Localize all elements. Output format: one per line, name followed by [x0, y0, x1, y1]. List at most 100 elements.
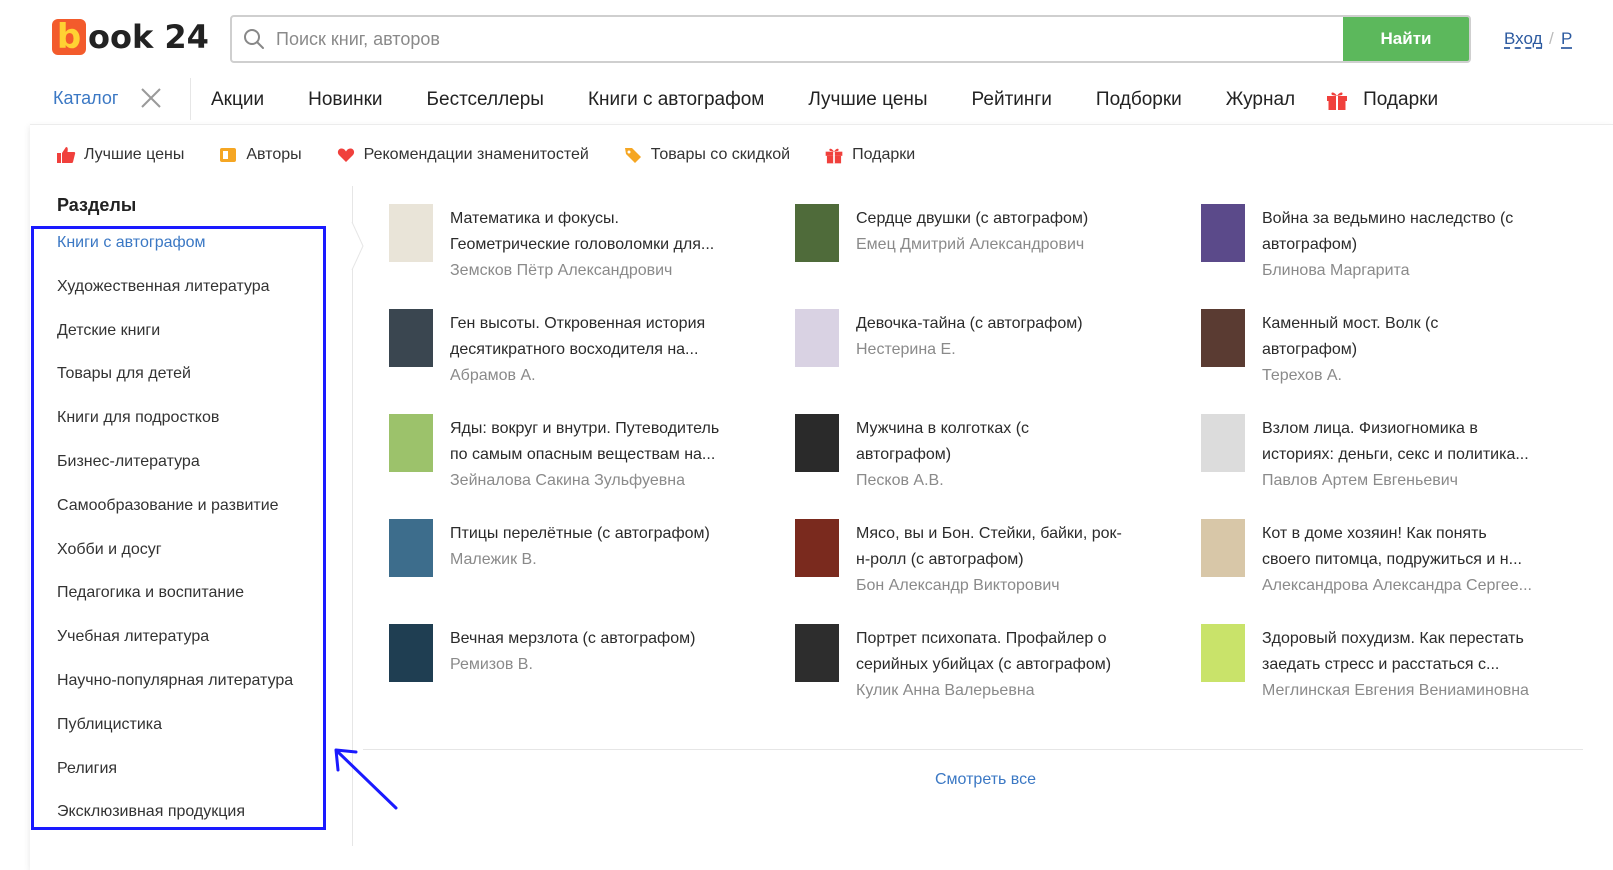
book-author[interactable]: Блинова Маргарита — [1262, 258, 1513, 284]
book-card[interactable]: Здоровый похудизм. Как перестать заедать … — [1201, 624, 1561, 704]
book-title-line[interactable]: автографом) — [1262, 337, 1438, 363]
book-cover[interactable] — [1201, 414, 1245, 472]
book-cover[interactable] — [795, 204, 839, 262]
subnav-best-prices[interactable]: Лучшие цены — [56, 145, 184, 165]
book-title-line[interactable]: автографом) — [856, 442, 1029, 468]
book-title-line[interactable]: Вечная мерзлота (с автографом) — [450, 626, 695, 652]
book-author[interactable]: Кулик Анна Валерьевна — [856, 678, 1111, 704]
book-title-line[interactable]: Каменный мост. Волк (с — [1262, 311, 1438, 337]
book-cover[interactable] — [1201, 624, 1245, 682]
nav-item-gifts[interactable]: Подарки — [1325, 88, 1438, 112]
book-author[interactable]: Зейналова Сакина Зульфуевна — [450, 468, 719, 494]
book-card[interactable]: Война за ведьмино наследство (с автографо… — [1201, 204, 1561, 284]
book-card[interactable]: Взлом лица. Физиогномика в историях: день… — [1201, 414, 1561, 494]
login-link[interactable]: Вход — [1504, 29, 1542, 49]
book-title-line[interactable]: по самым опасным веществам на... — [450, 442, 719, 468]
register-link[interactable]: Р — [1561, 29, 1572, 49]
nav-item-autographed[interactable]: Книги с автографом — [588, 88, 764, 112]
book-author[interactable]: Земсков Пётр Александрович — [450, 258, 714, 284]
nav-item-best-prices[interactable]: Лучшие цены — [808, 88, 927, 112]
book-author[interactable]: Александрова Александра Сергее... — [1262, 573, 1532, 599]
book-card[interactable]: Сердце двушки (с автографом) Емец Дмитрий… — [795, 204, 1155, 262]
book-title-line[interactable]: Мясо, вы и Бон. Стейки, байки, рок- — [856, 521, 1122, 547]
book-title-line[interactable]: Здоровый похудизм. Как перестать — [1262, 626, 1529, 652]
book-cover[interactable] — [795, 624, 839, 682]
book-title-line[interactable]: Девочка-тайна (с автографом) — [856, 311, 1083, 337]
logo-text: ook 24 — [88, 18, 209, 56]
book-card[interactable]: Кот в доме хозяин! Как понять своего пито… — [1201, 519, 1561, 599]
nav-items: Акции Новинки Бестселлеры Книги с автогр… — [211, 88, 1482, 112]
book-title-line[interactable]: Математика и фокусы. — [450, 206, 714, 232]
book-card[interactable]: Портрет психопата. Профайлер о серийных у… — [795, 624, 1155, 704]
book-author[interactable]: Меглинская Евгения Вениаминовна — [1262, 678, 1529, 704]
book-author[interactable]: Бон Александр Викторович — [856, 573, 1122, 599]
book-card[interactable]: Девочка-тайна (с автографом) Нестерина Е. — [795, 309, 1155, 367]
book-card[interactable]: Мужчина в колготках (с автографом) Песков … — [795, 414, 1155, 494]
nav-item-journal[interactable]: Журнал — [1226, 88, 1295, 112]
book-title-line[interactable]: Геометрические головоломки для... — [450, 232, 714, 258]
subnav-celebrity[interactable]: Рекомендации знаменитостей — [336, 145, 589, 165]
search-input[interactable] — [276, 17, 1343, 61]
book-title-line[interactable]: н-ролл (с автографом) — [856, 547, 1122, 573]
book-info: Мясо, вы и Бон. Стейки, байки, рок-н-рол… — [856, 521, 1122, 599]
book-title-line[interactable]: своего питомца, подружиться и н... — [1262, 547, 1532, 573]
book-cover[interactable] — [795, 309, 839, 367]
book-cover[interactable] — [389, 204, 433, 262]
nav-item-ratings[interactable]: Рейтинги — [972, 88, 1052, 112]
main-nav: Каталог Акции Новинки Бестселлеры Книги … — [0, 78, 1613, 124]
book-author[interactable]: Нестерина Е. — [856, 337, 1083, 363]
book-author[interactable]: Песков А.В. — [856, 468, 1029, 494]
book-cover[interactable] — [389, 519, 433, 577]
book-info: Вечная мерзлота (с автографом) Ремизов В. — [450, 626, 695, 682]
nav-item-bestsellers[interactable]: Бестселлеры — [427, 88, 544, 112]
book-author[interactable]: Малежик В. — [450, 547, 710, 573]
book-info: Здоровый похудизм. Как перестать заедать … — [1262, 626, 1529, 704]
subnav-gifts[interactable]: Подарки — [824, 145, 915, 165]
book-title-line[interactable]: Сердце двушки (с автографом) — [856, 206, 1088, 232]
book-title-line[interactable]: Мужчина в колготках (с — [856, 416, 1029, 442]
book-card[interactable]: Математика и фокусы. Геометрические голов… — [389, 204, 749, 284]
book-title-line[interactable]: Птицы перелётные (с автографом) — [450, 521, 710, 547]
book-title-line[interactable]: историях: деньги, секс и политика... — [1262, 442, 1529, 468]
book-cover[interactable] — [389, 624, 433, 682]
book-cover[interactable] — [795, 414, 839, 472]
nav-item-collections[interactable]: Подборки — [1096, 88, 1182, 112]
book-card[interactable]: Каменный мост. Волк (с автографом) Терехов… — [1201, 309, 1561, 389]
book-title-line[interactable]: Кот в доме хозяин! Как понять — [1262, 521, 1532, 547]
close-icon[interactable] — [138, 85, 164, 111]
book-cover[interactable] — [1201, 204, 1245, 262]
book-title-line[interactable]: автографом) — [1262, 232, 1513, 258]
book-title-line[interactable]: Портрет психопата. Профайлер о — [856, 626, 1111, 652]
book-title-line[interactable]: Взлом лица. Физиогномика в — [1262, 416, 1529, 442]
book-title-line[interactable]: Война за ведьмино наследство (с — [1262, 206, 1513, 232]
book-cover[interactable] — [389, 309, 433, 367]
see-all-link[interactable]: Смотреть все — [935, 771, 1036, 789]
book-cover[interactable] — [389, 414, 433, 472]
nav-item-new[interactable]: Новинки — [308, 88, 382, 112]
book-title-line[interactable]: Ген высоты. Откровенная история — [450, 311, 705, 337]
search-button[interactable]: Найти — [1343, 17, 1469, 61]
subnav-discount[interactable]: Товары со скидкой — [623, 145, 790, 165]
book-card[interactable]: Яды: вокруг и внутри. Путеводитель по сам… — [389, 414, 749, 494]
subnav-authors[interactable]: Авторы — [218, 145, 302, 165]
book-author[interactable]: Ремизов В. — [450, 652, 695, 678]
book-cover[interactable] — [1201, 309, 1245, 367]
book-title-line[interactable]: Яды: вокруг и внутри. Путеводитель — [450, 416, 719, 442]
book-card[interactable]: Ген высоты. Откровенная история десятикра… — [389, 309, 749, 389]
book-author[interactable]: Абрамов А. — [450, 363, 705, 389]
logo[interactable]: b ook 24 — [52, 18, 209, 56]
book-title-line[interactable]: серийных убийцах (с автографом) — [856, 652, 1111, 678]
book-card[interactable]: Мясо, вы и Бон. Стейки, байки, рок-н-рол… — [795, 519, 1155, 599]
book-author[interactable]: Терехов А. — [1262, 363, 1438, 389]
book-cover[interactable] — [1201, 519, 1245, 577]
book-card[interactable]: Вечная мерзлота (с автографом) Ремизов В. — [389, 624, 749, 682]
book-title-line[interactable]: десятикратного восходителя на... — [450, 337, 705, 363]
book-info: Война за ведьмино наследство (с автографо… — [1262, 206, 1513, 284]
nav-item-promotions[interactable]: Акции — [211, 88, 264, 112]
catalog-button[interactable]: Каталог — [53, 88, 118, 109]
book-title-line[interactable]: заедать стресс и расстаться с... — [1262, 652, 1529, 678]
book-author[interactable]: Павлов Артем Евгеньевич — [1262, 468, 1529, 494]
book-card[interactable]: Птицы перелётные (с автографом) Малежик В… — [389, 519, 749, 577]
book-cover[interactable] — [795, 519, 839, 577]
book-author[interactable]: Емец Дмитрий Александрович — [856, 232, 1088, 258]
